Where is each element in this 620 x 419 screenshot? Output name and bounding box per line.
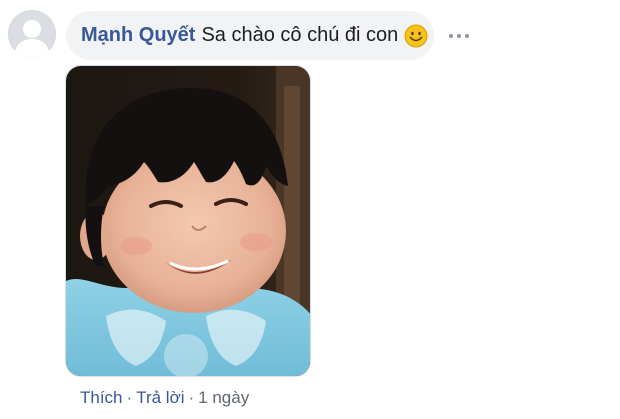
comment-text: Sa chào cô chú đi con: [201, 24, 399, 46]
comment-bubble: Mạnh Quyết Sa chào cô chú đi con: [66, 11, 434, 60]
more-dot-icon: [449, 34, 453, 38]
comment-photo[interactable]: [65, 65, 311, 377]
comment-author-link[interactable]: Mạnh Quyết: [81, 24, 195, 47]
more-dot-icon: [457, 34, 461, 38]
child-photo-image: [66, 66, 310, 376]
like-link[interactable]: Thích: [80, 388, 123, 407]
more-dot-icon: [465, 34, 469, 38]
more-options-icon[interactable]: [449, 28, 469, 44]
default-avatar-icon: [8, 10, 56, 58]
comment-timestamp[interactable]: 1 ngày: [198, 388, 249, 407]
separator-dot: ·: [126, 388, 133, 407]
separator-dot: ·: [188, 388, 195, 407]
smiling-face-icon: [404, 24, 428, 47]
avatar[interactable]: [8, 10, 56, 58]
reply-link[interactable]: Trả lời: [136, 388, 184, 407]
comment-actions: Thích · Trả lời · 1 ngày: [80, 388, 249, 408]
